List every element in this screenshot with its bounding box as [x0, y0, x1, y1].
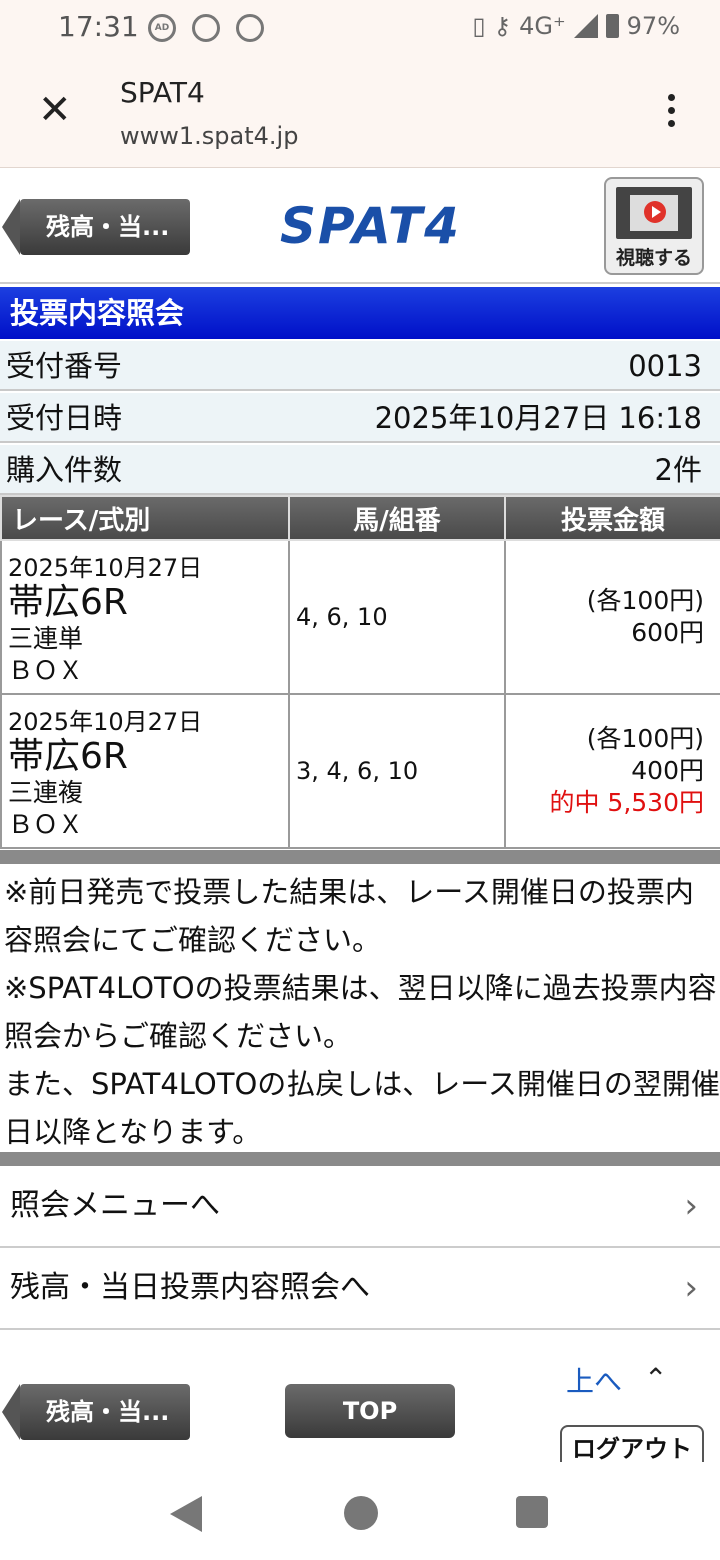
info-row-receipt-datetime: 受付日時 2025年10月27日 16:18 — [0, 393, 720, 443]
signal-icon — [573, 14, 598, 38]
settings-sync-icon — [192, 14, 220, 42]
info-value: 2件 — [654, 453, 702, 487]
key-icon: ⚷ — [493, 12, 512, 40]
spat4-logo[interactable]: SPAT4 — [280, 197, 461, 255]
bet-type: 三連複 — [8, 777, 84, 807]
total-amount: 600円 — [631, 618, 704, 647]
divider — [0, 1152, 720, 1166]
link-inquiry-menu[interactable]: 照会メニューへ › — [0, 1166, 720, 1248]
bet-method: ＢＯＸ — [8, 655, 84, 685]
info-value: 2025年10月27日 16:18 — [374, 401, 702, 435]
info-row-receipt-number: 受付番号 0013 — [0, 341, 720, 391]
bet-type: 三連単 — [8, 623, 84, 653]
link-label: 残高・当日投票内容照会へ — [10, 1270, 370, 1305]
info-label: 購入件数 — [6, 453, 123, 487]
table-row: 2025年10月27日 帯広6R 三連単 ＢＯＸ 4, 6, 10 (各100円… — [0, 539, 720, 695]
recents-icon[interactable] — [516, 1496, 548, 1528]
page-url: www1.spat4.jp — [120, 122, 299, 150]
top-button[interactable]: TOP — [285, 1384, 455, 1438]
amount-cell: (各100円) 600円 — [504, 539, 720, 695]
site-header: 残高・当... SPAT4 視聴する — [0, 169, 720, 284]
race-name: 帯広6R — [8, 735, 128, 777]
note-text: ※SPAT4LOTOの投票結果は、翌日以降に過去投票内容照会からご確認ください。 — [4, 971, 717, 1053]
chevron-right-icon: › — [684, 1268, 698, 1308]
horse-numbers: 3, 4, 6, 10 — [288, 693, 506, 849]
overflow-menu-icon[interactable] — [668, 94, 676, 133]
horse-numbers: 4, 6, 10 — [288, 539, 506, 695]
race-date: 2025年10月27日 — [8, 707, 203, 736]
watch-button-label: 視聴する — [615, 247, 692, 269]
section-title: 投票内容照会 — [0, 287, 720, 339]
column-header-amount: 投票金額 — [504, 495, 720, 541]
status-bar: 17:31 AD ▯ ⚷ 4G⁺ 97% — [0, 0, 720, 56]
table-row: 2025年10月27日 帯広6R 三連複 ＢＯＸ 3, 4, 6, 10 (各1… — [0, 693, 720, 849]
link-label: 照会メニューへ — [10, 1188, 220, 1223]
system-nav-bar — [0, 1462, 720, 1560]
note-text: また、SPAT4LOTOの払戻しは、レース開催日の翌開催日以降となります。 — [4, 1067, 720, 1149]
close-icon[interactable]: ✕ — [38, 90, 72, 130]
info-label: 受付日時 — [6, 401, 123, 435]
divider — [0, 850, 720, 864]
race-name: 帯広6R — [8, 581, 128, 623]
info-label: 受付番号 — [6, 349, 123, 383]
video-play-icon — [616, 187, 692, 239]
hit-payout: 的中 5,530円 — [549, 788, 704, 817]
note-text: ※前日発売で投票した結果は、レース開催日の投票内容照会にてご確認ください。 — [4, 875, 694, 957]
network-type: 4G⁺ — [519, 12, 566, 40]
link-balance-today-inquiry[interactable]: 残高・当日投票内容照会へ › — [0, 1248, 720, 1330]
status-time: 17:31 — [58, 10, 139, 43]
info-row-purchase-count: 購入件数 2件 — [0, 445, 720, 495]
ad-icon: AD — [148, 14, 176, 42]
notes: ※前日発売で投票した結果は、レース開催日の投票内容照会にてご確認ください。 ※S… — [4, 868, 720, 1156]
battery-level: 97% — [626, 12, 680, 40]
page-title: SPAT4 — [120, 76, 205, 109]
unit-amount: (各100円) — [586, 724, 704, 753]
chevron-right-icon: › — [684, 1186, 698, 1226]
race-cell: 2025年10月27日 帯広6R 三連単 ＢＯＸ — [0, 539, 290, 695]
scroll-up-link[interactable]: 上へ — [566, 1360, 622, 1400]
amount-cell: (各100円) 400円 的中 5,530円 — [504, 693, 720, 849]
race-date: 2025年10月27日 — [8, 553, 203, 582]
back-balance-button-bottom[interactable]: 残高・当... — [2, 1384, 190, 1440]
watch-button[interactable]: 視聴する — [604, 177, 704, 275]
total-amount: 400円 — [631, 756, 704, 785]
bet-table: レース/式別 馬/組番 投票金額 2025年10月27日 帯広6R 三連単 ＢＯ… — [0, 495, 720, 849]
back-icon[interactable] — [170, 1496, 202, 1532]
column-header-horses: 馬/組番 — [288, 495, 506, 541]
nfc-on-icon — [236, 14, 264, 42]
back-balance-button[interactable]: 残高・当... — [2, 199, 190, 255]
column-header-race: レース/式別 — [0, 495, 290, 541]
home-icon[interactable] — [344, 1496, 378, 1530]
vibrate-icon: ▯ — [472, 12, 486, 40]
bet-method: ＢＯＸ — [8, 809, 84, 839]
chevron-up-icon[interactable]: ⌃ — [644, 1362, 667, 1395]
info-value: 0013 — [628, 349, 702, 383]
table-header-row: レース/式別 馬/組番 投票金額 — [0, 495, 720, 541]
unit-amount: (各100円) — [586, 586, 704, 615]
race-cell: 2025年10月27日 帯広6R 三連複 ＢＯＸ — [0, 693, 290, 849]
browser-toolbar: ✕ SPAT4 www1.spat4.jp — [0, 56, 720, 168]
battery-icon — [605, 14, 619, 38]
